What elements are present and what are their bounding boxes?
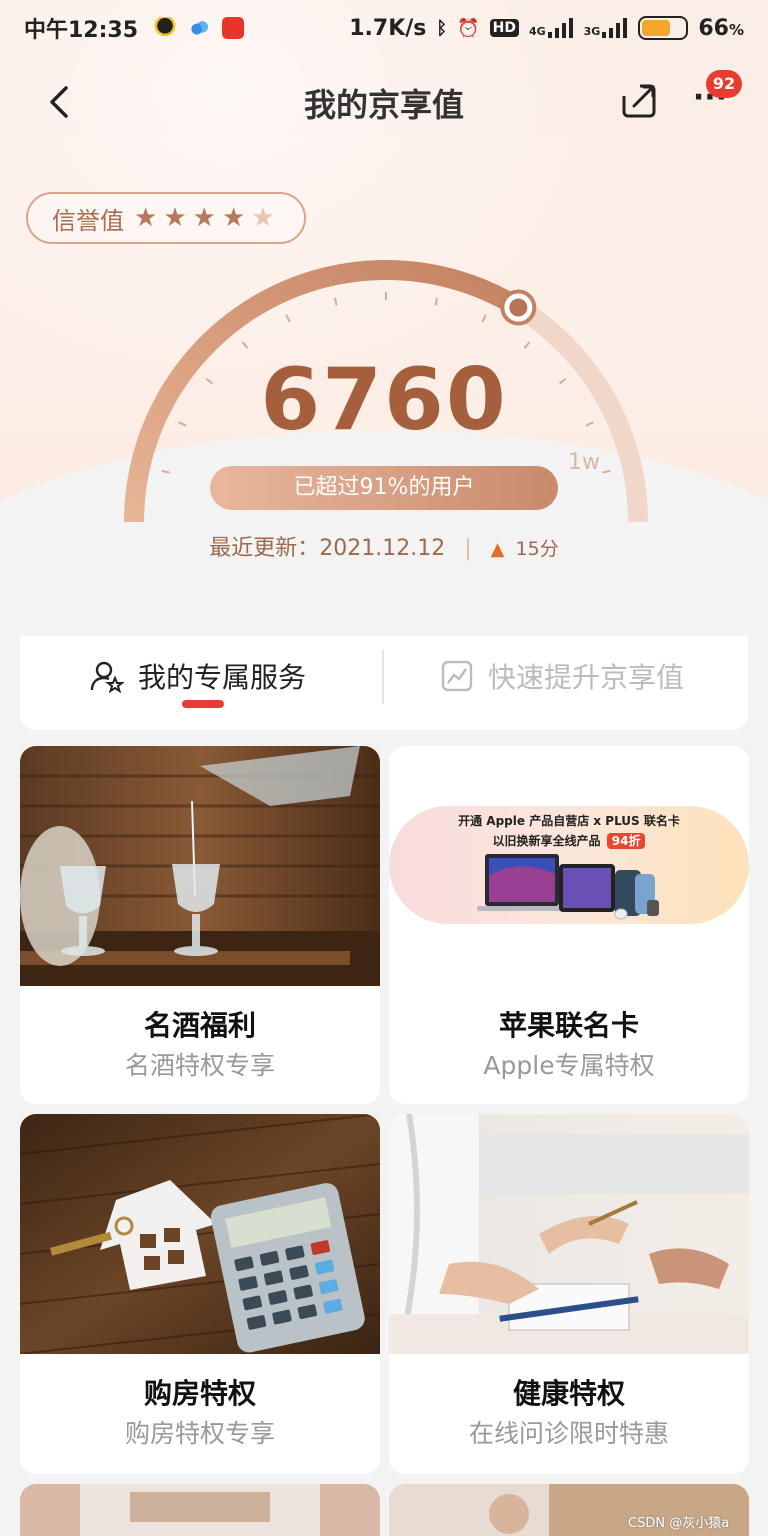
tab-exclusive-label: 我的专属服务 xyxy=(138,661,307,694)
card-subtitle: 名酒特权专享 xyxy=(124,1051,275,1080)
star-icon: ★ xyxy=(251,203,275,233)
signal-3g-icon: 3G xyxy=(584,18,629,38)
gauge-tick xyxy=(481,314,487,323)
star-icon: ★ xyxy=(134,203,158,233)
housing-image xyxy=(20,1114,380,1354)
battery-percent: 66% xyxy=(698,16,744,41)
status-time: 中午12:35 xyxy=(24,18,139,43)
star-icon: ★ xyxy=(192,203,216,233)
credit-label: 信誉值 xyxy=(52,206,124,235)
score-delta: 15分 xyxy=(515,538,559,560)
gauge-tick xyxy=(285,314,291,323)
apple-banner-line2-row: 以旧换新享全线产品 94折 xyxy=(389,832,749,849)
notification-badge: 92 xyxy=(706,70,742,98)
gauge-tick xyxy=(241,341,249,350)
card-title: 苹果联名卡 xyxy=(498,1009,639,1042)
card-subtitle: 购房特权专享 xyxy=(124,1419,275,1448)
user-star-icon xyxy=(90,661,124,693)
card-partial-left[interactable] xyxy=(20,1484,380,1536)
star-icon: ★ xyxy=(221,203,246,233)
hd-icon: HD xyxy=(489,19,519,37)
service-tabs: 我的专属服务 快速提升京享值 xyxy=(20,636,748,730)
alarm-icon: ⏰ xyxy=(457,17,480,39)
battery-fill xyxy=(642,20,671,36)
status-bar: 中午12:35 1.7K/s ᛒ ⏰ HD 4G 3G 66% xyxy=(0,0,768,56)
watermark: CSDN @灰小猿a xyxy=(628,1516,730,1531)
liquor-image xyxy=(20,746,380,986)
card-title: 购房特权 xyxy=(143,1377,256,1410)
discount-tag: 94折 xyxy=(606,833,646,849)
gauge-tick xyxy=(161,469,170,474)
signal-4g-label: 4G xyxy=(528,25,546,38)
score-value: 6760 xyxy=(260,350,508,450)
card-title: 健康特权 xyxy=(512,1377,625,1410)
active-tab-indicator xyxy=(182,700,224,708)
tab-boost-label: 快速提升京享值 xyxy=(488,661,685,694)
apple-banner-line2: 以旧换新享全线产品 xyxy=(492,834,601,848)
status-right: 1.7K/s ᛒ ⏰ HD 4G 3G 66% xyxy=(349,16,744,41)
arrow-up-icon: ▲ xyxy=(490,539,505,560)
battery-icon xyxy=(638,16,689,40)
credit-pill[interactable]: 信誉值 ★ ★ ★ ★ ★ xyxy=(26,192,306,244)
gauge-tick xyxy=(523,341,531,350)
card-title: 名酒福利 xyxy=(143,1009,256,1042)
battery-unit: % xyxy=(728,20,744,39)
share-icon xyxy=(622,84,656,118)
jd-app-icon xyxy=(222,17,245,39)
gauge-knob-center xyxy=(509,298,528,317)
card-subtitle: Apple专属特权 xyxy=(483,1051,655,1080)
tab-divider xyxy=(382,650,384,704)
update-separator: | xyxy=(464,536,472,561)
battery-value: 66 xyxy=(698,15,729,41)
nav-bar: 我的京享值 ··· xyxy=(0,64,768,140)
chart-up-icon xyxy=(441,660,473,692)
apple-banner-line1: 开通 Apple 产品自营店 x PLUS 联名卡 xyxy=(458,814,680,828)
card-health[interactable]: 健康特权 在线问诊限时特惠 xyxy=(389,1114,749,1474)
bluetooth-icon: ᛒ xyxy=(436,17,448,39)
tab-exclusive-services[interactable]: 我的专属服务 xyxy=(90,656,306,696)
card-housing[interactable]: 购房特权 购房特权专享 xyxy=(20,1114,380,1474)
cloud-icon xyxy=(188,17,211,39)
gauge-max-label: 1w xyxy=(568,450,600,475)
signal-4g-icon: 4G xyxy=(529,18,574,38)
credit-stars: ★ ★ ★ ★ ★ xyxy=(134,203,275,233)
card-liquor[interactable]: 名酒福利 名酒特权专享 xyxy=(20,746,380,1104)
signal-3g-label: 3G xyxy=(583,25,601,38)
star-icon: ★ xyxy=(163,203,187,233)
gauge-tick xyxy=(333,297,338,306)
gauge-tick xyxy=(434,297,439,306)
gauge-tick xyxy=(602,469,611,474)
signal-bars-1 xyxy=(547,18,573,38)
qq-icon xyxy=(154,17,177,39)
share-button[interactable] xyxy=(620,82,658,120)
apple-banner-image xyxy=(389,746,749,986)
beat-users-pill: 已超过91%的用户 xyxy=(210,466,558,510)
update-row: 最近更新：2021.12.12 | ▲ 15分 xyxy=(0,530,768,562)
card-subtitle: 在线问诊限时特惠 xyxy=(468,1419,669,1448)
net-speed: 1.7K/s xyxy=(349,15,427,41)
update-date: 最近更新：2021.12.12 xyxy=(209,536,446,561)
health-image xyxy=(389,1114,749,1354)
partial-image-left xyxy=(20,1484,380,1536)
tab-boost-score[interactable]: 快速提升京享值 xyxy=(440,656,684,696)
card-apple[interactable]: 开通 Apple 产品自营店 x PLUS 联名卡 以旧换新享全线产品 94折 … xyxy=(389,746,749,1104)
signal-bars-2 xyxy=(602,18,628,38)
